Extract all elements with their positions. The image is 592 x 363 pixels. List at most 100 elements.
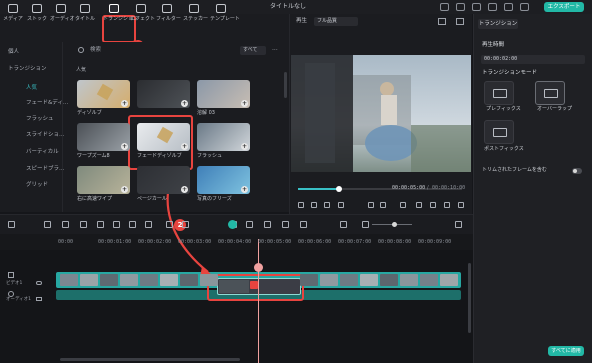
add-icon[interactable]: + (181, 143, 188, 150)
display-icon[interactable] (456, 18, 464, 25)
delete-icon[interactable] (80, 221, 87, 228)
ruler-tick: 00:00:05:00 (258, 239, 292, 245)
category-sub-2[interactable]: フラッシュ (26, 116, 54, 123)
effect-icon (136, 4, 146, 13)
inspector-tab-transition[interactable]: トランジション (478, 19, 518, 29)
clip-frame (340, 274, 358, 286)
category-personal[interactable]: 個人 (8, 49, 19, 56)
timeline-hscrollbar[interactable] (60, 358, 240, 361)
playback-progress (298, 188, 339, 190)
play-label: 再生 (296, 18, 308, 24)
video-eye-icon[interactable] (36, 281, 42, 285)
media-tab-8[interactable]: テンプレート (210, 4, 240, 26)
camera-icon[interactable] (416, 202, 422, 208)
add-icon[interactable]: + (181, 100, 188, 107)
user-icon[interactable] (440, 3, 449, 11)
text-icon[interactable] (113, 221, 120, 228)
add-icon[interactable]: + (121, 100, 128, 107)
split-icon[interactable] (282, 221, 289, 228)
zoom-out-icon[interactable] (340, 221, 347, 228)
heart-icon[interactable] (400, 202, 406, 208)
category-sub-3[interactable]: スライドショ… (26, 132, 65, 139)
clip-frame (420, 274, 438, 286)
ai-icon[interactable] (228, 220, 237, 229)
snapshot-icon[interactable] (438, 18, 446, 25)
cloud-icon[interactable] (456, 3, 465, 11)
category-sub-5[interactable]: スピードブラ… (26, 166, 65, 173)
media-tab-label: テンプレート (210, 16, 240, 22)
stop-icon[interactable] (338, 202, 344, 208)
zoom-knob[interactable] (392, 222, 397, 227)
category-sub-4[interactable]: バーティカル (26, 149, 59, 156)
title-icon (80, 4, 90, 13)
layout-icon[interactable] (455, 221, 462, 228)
audio-icon[interactable] (145, 221, 152, 228)
quality-dropdown[interactable]: フル品質 (314, 17, 358, 26)
redo-icon[interactable] (62, 221, 69, 228)
transition-clip-thumb (219, 280, 249, 293)
category-transition[interactable]: トランジション (8, 66, 47, 73)
mark-in-icon[interactable] (368, 202, 374, 208)
trim-frames-toggle[interactable] (572, 168, 582, 174)
undo-icon[interactable] (44, 221, 51, 228)
media-tab-2[interactable]: オーディオ (50, 4, 75, 26)
media-tab-3[interactable]: タイトル (74, 4, 96, 26)
marker-icon[interactable] (182, 221, 189, 228)
clip-frame (80, 274, 98, 286)
transition-thumb-label: 溶解 03 (197, 110, 215, 116)
media-tab-7[interactable]: ステッカー (183, 4, 208, 26)
mask-icon[interactable] (264, 221, 271, 228)
sort-dropdown[interactable]: すべて (240, 46, 266, 55)
prev-frame-icon[interactable] (298, 202, 304, 208)
grid-scrollbar[interactable] (284, 72, 287, 98)
category-sub-6[interactable]: グリッド (26, 182, 48, 189)
mark-out-icon[interactable] (380, 202, 386, 208)
monitor-icon[interactable] (488, 3, 497, 11)
add-icon[interactable]: + (121, 143, 128, 150)
play-icon[interactable] (311, 202, 317, 208)
window-title: タイトルなし (270, 3, 307, 10)
volume-icon[interactable] (444, 202, 450, 208)
duration-input[interactable]: 00:00:02:00 (481, 55, 585, 64)
category-sub-0[interactable]: 人気 (26, 85, 37, 92)
add-icon[interactable]: + (121, 186, 128, 193)
clip-frame (400, 274, 418, 286)
grid-icon[interactable] (520, 3, 529, 11)
more-icon[interactable]: ··· (272, 48, 278, 54)
layout-icon[interactable] (472, 3, 481, 11)
settings-icon[interactable] (458, 202, 464, 208)
select-icon[interactable] (8, 221, 15, 228)
mode-postfix-button[interactable] (484, 120, 514, 144)
media-tab-1[interactable]: ストック (26, 4, 48, 26)
fullscreen-icon[interactable] (430, 202, 436, 208)
media-tab-5[interactable]: エフェクト (130, 4, 155, 26)
media-tab-4[interactable]: トランジション (103, 4, 138, 26)
speed-icon[interactable] (166, 221, 173, 228)
export-button[interactable]: エクスポート (544, 2, 584, 12)
category-sub-1[interactable]: フェード&ディ… (26, 100, 68, 107)
next-frame-icon[interactable] (324, 202, 330, 208)
media-tab-0[interactable]: メディア (2, 4, 24, 26)
mode-prefix-button[interactable] (484, 81, 514, 105)
snap-icon[interactable] (300, 221, 307, 228)
clip-frame (300, 274, 318, 286)
clip-frame (360, 274, 378, 286)
clip-frame (440, 274, 458, 286)
audio-speaker-icon[interactable] (36, 297, 42, 301)
timeline-scrollbar[interactable] (468, 263, 471, 333)
media-tab-6[interactable]: フィルター (156, 4, 181, 26)
add-icon[interactable]: + (181, 186, 188, 193)
search-input[interactable]: 検索 (90, 47, 101, 54)
add-icon[interactable]: + (241, 143, 248, 150)
mode-overlap-button[interactable] (535, 81, 565, 105)
crop-icon[interactable] (129, 221, 136, 228)
add-icon[interactable]: + (241, 186, 248, 193)
color-icon[interactable] (246, 221, 253, 228)
time-separator: / (427, 185, 429, 191)
cut-icon[interactable] (97, 221, 104, 228)
playback-knob[interactable] (336, 186, 342, 192)
apply-all-button[interactable]: すべてに適用 (548, 346, 584, 356)
save-icon[interactable] (504, 3, 513, 11)
add-icon[interactable]: + (241, 100, 248, 107)
zoom-in-icon[interactable] (362, 221, 369, 228)
